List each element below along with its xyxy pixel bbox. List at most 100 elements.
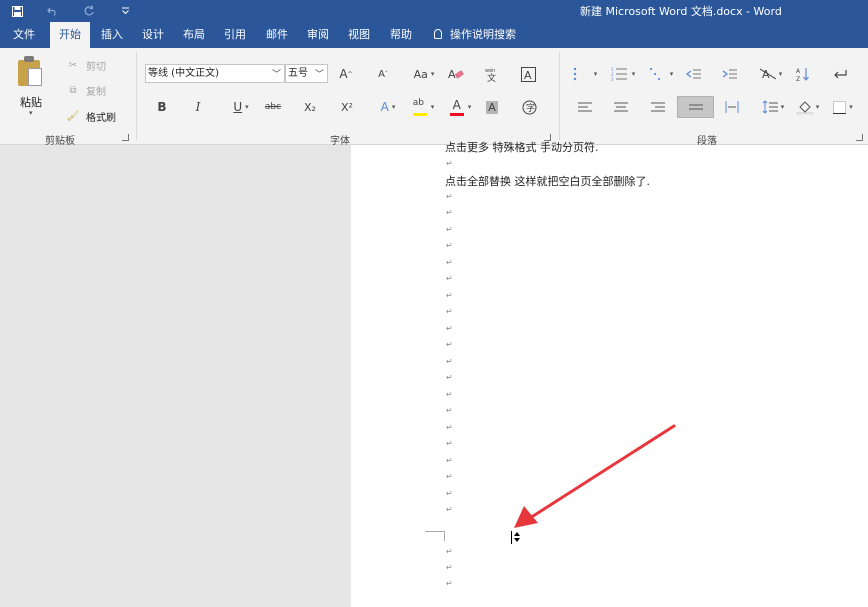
font-name-value: 等线 (中文正文) <box>148 68 219 79</box>
tab-review[interactable]: 审阅 <box>301 22 335 48</box>
save-icon[interactable] <box>8 3 26 19</box>
italic-button[interactable]: I <box>191 97 205 117</box>
borders-icon <box>833 100 847 114</box>
line-spacing-button[interactable]: ▾ <box>760 97 786 117</box>
bold-button[interactable]: B <box>155 97 169 117</box>
paragraph-mark: ↵ <box>446 324 453 333</box>
tab-layout[interactable]: 布局 <box>177 22 211 48</box>
subscript-button[interactable]: X₂ <box>302 97 318 117</box>
paste-icon[interactable] <box>18 56 44 88</box>
paragraph-mark: ↵ <box>446 423 453 432</box>
distributed-icon <box>725 101 739 113</box>
tab-view[interactable]: 视图 <box>342 22 376 48</box>
character-shading-icon: A <box>486 100 498 114</box>
tab-file[interactable]: 文件 <box>7 22 41 48</box>
tab-references[interactable]: 引用 <box>218 22 252 48</box>
svg-text:A: A <box>796 68 801 75</box>
multilevel-list-button[interactable]: ▾ <box>646 64 676 84</box>
title-bar: 新建 Microsoft Word 文档.docx - Word <box>0 0 868 22</box>
paragraph-mark: ↵ <box>446 192 453 201</box>
copy-icon: ⧉ <box>69 84 77 96</box>
numbering-button[interactable]: 1 2 3 ▾ <box>608 64 638 84</box>
text-effects-icon: A <box>380 100 389 114</box>
align-center-icon <box>614 102 628 112</box>
tab-insert[interactable]: 插入 <box>95 22 129 48</box>
paragraph-mark: ↵ <box>446 456 453 465</box>
character-shading-button[interactable]: A <box>484 97 500 117</box>
chevron-down-icon: ﹀ <box>271 70 281 80</box>
paintbrush-icon: 🖌 <box>66 110 80 122</box>
strikethrough-button[interactable]: abc <box>263 97 283 117</box>
underline-button[interactable]: U ▾ <box>226 97 256 117</box>
shading-button[interactable]: ▾ <box>794 97 822 117</box>
redo-icon[interactable] <box>80 3 98 19</box>
document-page[interactable]: 点击更多 特殊格式 手动分页符. ↵ 点击全部替换 这样就把空白页全部删除了. … <box>351 141 868 607</box>
font-name-box[interactable]: 等线 (中文正文) ﹀ <box>145 64 285 83</box>
copy-button[interactable]: ⧉ 复制 <box>66 82 106 98</box>
sort-button[interactable]: AZ <box>794 64 812 84</box>
numbered-list-icon: 123 <box>611 67 627 81</box>
borders-button[interactable]: ▾ <box>831 97 855 117</box>
enclosed-characters-button[interactable]: 字 <box>520 97 538 117</box>
font-size-box[interactable]: 五号 ﹀ <box>285 64 328 83</box>
cut-button[interactable]: ✂ 剪切 <box>66 57 106 73</box>
ribbon-home: 粘贴 ▾ ✂ 剪切 ⧉ 复制 🖌 格式刷 剪贴板 等线 (中文正文) ﹀ 五号 ﹀ A… <box>0 48 868 147</box>
tab-home[interactable]: 开始 <box>50 22 90 48</box>
align-right-button[interactable] <box>649 97 667 117</box>
decrease-indent-button[interactable] <box>684 64 704 84</box>
tab-design[interactable]: 设计 <box>136 22 170 48</box>
paragraph-launcher-icon[interactable] <box>856 134 863 141</box>
paragraph-mark: ↵ <box>446 406 453 415</box>
highlight-button[interactable]: ab ▾ <box>409 97 437 117</box>
tell-me-label: 操作说明搜索 <box>450 28 516 41</box>
change-case-icon: Aa <box>413 67 428 81</box>
paragraph-mark: ↵ <box>446 241 453 250</box>
line-spacing-icon <box>762 100 778 114</box>
paragraph-mark: ↵ <box>446 225 453 234</box>
increase-indent-button[interactable] <box>720 64 740 84</box>
paragraph-mark: ↵ <box>446 563 453 572</box>
paste-dropdown-icon[interactable]: ▾ <box>29 109 33 117</box>
superscript-button[interactable]: X² <box>339 97 355 117</box>
paragraph-mark: ↵ <box>446 390 453 399</box>
bullets-button[interactable]: ▾ <box>570 64 600 84</box>
paste-button-label[interactable]: 粘贴 <box>20 94 42 110</box>
copy-label: 复制 <box>86 86 106 98</box>
underline-icon: U <box>233 100 243 114</box>
document-line[interactable]: 点击全部替换 这样就把空白页全部删除了. <box>445 173 650 189</box>
phonetic-guide-button[interactable]: wén 文 <box>483 64 501 84</box>
align-left-button[interactable] <box>576 97 594 117</box>
group-divider <box>136 52 137 140</box>
paragraph-mark: ↵ <box>446 579 453 588</box>
tell-me-search[interactable]: 操作说明搜索 <box>428 22 522 48</box>
tab-help[interactable]: 帮助 <box>384 22 418 48</box>
paragraph-mark: ↵ <box>446 357 453 366</box>
align-center-button[interactable] <box>612 97 630 117</box>
format-painter-button[interactable]: 🖌 格式刷 <box>66 108 116 124</box>
tab-mailings[interactable]: 邮件 <box>260 22 294 48</box>
increase-indent-icon <box>722 69 737 79</box>
clear-formatting-button[interactable]: A <box>447 64 465 84</box>
font-size-value: 五号 <box>288 68 308 79</box>
undo-icon[interactable] <box>44 3 62 19</box>
distributed-button[interactable] <box>723 97 741 117</box>
lightbulb-icon <box>434 29 442 39</box>
document-line[interactable]: 点击更多 特殊格式 手动分页符. <box>445 139 599 155</box>
quick-access-toolbar <box>8 3 134 19</box>
chinese-layout-button[interactable]: A ▾ <box>757 64 785 84</box>
font-color-button[interactable]: A ▾ <box>446 97 474 117</box>
scissors-icon: ✂ <box>68 59 78 71</box>
text-effects-button[interactable]: A ▾ <box>376 97 400 117</box>
paragraph-mark: ↵ <box>446 340 453 349</box>
enclose-character-button[interactable]: A <box>519 64 537 84</box>
grow-font-button[interactable]: A ^ <box>338 64 354 84</box>
justify-button[interactable] <box>677 96 714 118</box>
customize-qat-icon[interactable] <box>116 3 134 19</box>
cut-label: 剪切 <box>86 61 106 73</box>
shrink-font-button[interactable]: Aˇ <box>375 64 391 84</box>
paragraph-mark: ↵ <box>446 373 453 382</box>
change-case-button[interactable]: Aa ▾ <box>410 64 438 84</box>
chevron-down-icon: ﹀ <box>314 70 324 80</box>
show-formatting-marks-button[interactable] <box>830 64 850 84</box>
clipboard-launcher-icon[interactable] <box>122 134 129 141</box>
